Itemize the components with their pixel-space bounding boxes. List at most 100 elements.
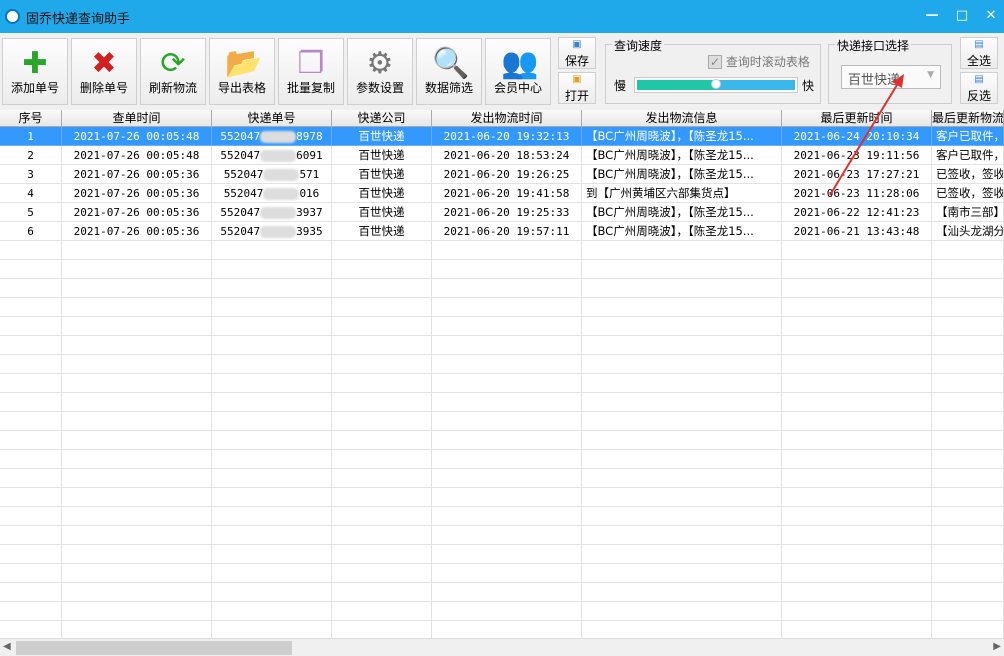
cell-tn: [212, 564, 332, 583]
toolbar-button-2[interactable]: ✖删除单号: [71, 38, 137, 105]
scroll-table-label: 查询时滚动表格: [726, 55, 810, 69]
column-header[interactable]: 快递公司: [332, 110, 432, 127]
refresh-icon: ⟳: [156, 47, 190, 81]
scrollbar-thumb[interactable]: [16, 641, 292, 655]
empty-row: [0, 317, 1004, 336]
cell-query-time: [62, 336, 212, 355]
cell-company: [332, 450, 432, 469]
empty-row: [0, 469, 1004, 488]
cell-query-time: [62, 545, 212, 564]
cell-query-time: [62, 488, 212, 507]
toolbar-button-1[interactable]: ✚添加单号: [2, 38, 68, 105]
export-folder-icon: 📂: [225, 47, 259, 81]
cell-sent-time: [432, 621, 582, 638]
cell-query-time: [62, 450, 212, 469]
redacted-blur: [263, 169, 299, 181]
cell-sent-info: [582, 355, 782, 374]
cell-sent-time: 2021-06-20 19:41:58: [432, 184, 582, 203]
toolbar-button-7[interactable]: 🔍数据筛选: [416, 38, 482, 105]
cell-query-time: 2021-07-26 00:05:36: [62, 184, 212, 203]
cell-tn: [212, 431, 332, 450]
cell-company: [332, 583, 432, 602]
cell-no: [0, 298, 62, 317]
column-header[interactable]: 发出物流时间: [432, 110, 582, 127]
save-button[interactable]: ▣保存: [558, 37, 596, 69]
cell-no: [0, 279, 62, 298]
maximize-button[interactable]: □: [954, 8, 970, 24]
minimize-button[interactable]: —: [924, 8, 940, 24]
tracking-prefix: 552047: [220, 225, 260, 238]
empty-row: [0, 507, 1004, 526]
cell-last-time: [782, 450, 932, 469]
window-title: 固乔快递查询助手: [26, 8, 130, 27]
cell-last-info: [932, 602, 1004, 621]
column-header[interactable]: 查单时间: [62, 110, 212, 127]
cell-sent-info: [582, 469, 782, 488]
cell-sent-info: [582, 336, 782, 355]
cell-no: [0, 564, 62, 583]
column-header[interactable]: 最后更新物流: [932, 110, 1004, 127]
toolbar-button-8[interactable]: 👥会员中心: [485, 38, 551, 105]
column-header[interactable]: 序号: [0, 110, 62, 127]
cell-sent-time: [432, 412, 582, 431]
cell-sent-info: [582, 298, 782, 317]
cell-last-info: [932, 336, 1004, 355]
scroll-table-checkbox[interactable]: ✓ 查询时滚动表格: [708, 53, 810, 70]
cell-tn: [212, 317, 332, 336]
cell-query-time: [62, 393, 212, 412]
toolbar-button-label: 数据筛选: [417, 79, 481, 96]
fast-label: 快: [802, 77, 814, 94]
cell-company: [332, 374, 432, 393]
cell-sent-time: [432, 260, 582, 279]
empty-row: [0, 583, 1004, 602]
column-header[interactable]: 快递单号: [212, 110, 332, 127]
cell-no: [0, 602, 62, 621]
cell-last-info: 【南市三部】: [932, 203, 1004, 222]
cell-sent-time: 2021-06-20 19:57:11: [432, 222, 582, 241]
cell-last-info: [932, 450, 1004, 469]
close-button[interactable]: ✕: [983, 8, 999, 24]
cell-company: 百世快递: [332, 127, 432, 146]
cell-no: 4: [0, 184, 62, 203]
empty-row: [0, 241, 1004, 260]
cell-last-time: [782, 412, 932, 431]
redacted-blur: [263, 188, 299, 200]
cell-tn: [212, 488, 332, 507]
cell-company: [332, 602, 432, 621]
horizontal-scrollbar[interactable]: ◀ ▶: [0, 638, 1004, 656]
toolbar-button-4[interactable]: 📂导出表格: [209, 38, 275, 105]
cell-company: 百世快递: [332, 165, 432, 184]
speed-slider[interactable]: [634, 77, 798, 93]
cell-company: [332, 469, 432, 488]
checkbox-icon: ✓: [708, 55, 722, 69]
open-button[interactable]: ▣打开: [558, 72, 596, 104]
cell-tn: [212, 298, 332, 317]
delete-icon: ✖: [87, 47, 121, 81]
redacted-blur: [260, 131, 296, 143]
scroll-left-icon[interactable]: ◀: [3, 641, 11, 652]
toolbar-button-3[interactable]: ⟳刷新物流: [140, 38, 206, 105]
cell-no: [0, 355, 62, 374]
empty-row: [0, 393, 1004, 412]
toolbar-button-5[interactable]: ❐批量复制: [278, 38, 344, 105]
table-row[interactable]: 52021-07-26 00:05:365520473937百世快递2021-0…: [0, 203, 1004, 222]
table-row[interactable]: 62021-07-26 00:05:365520473935百世快递2021-0…: [0, 222, 1004, 241]
scroll-right-icon[interactable]: ▶: [993, 641, 1001, 652]
invert-selection-button[interactable]: ▤反选: [960, 72, 998, 104]
cell-sent-time: [432, 241, 582, 260]
cell-sent-time: [432, 564, 582, 583]
tracking-suffix: 3935: [296, 225, 323, 238]
cell-tn: 552047 3935: [212, 222, 332, 241]
select-all-button[interactable]: ▤全选: [960, 37, 998, 69]
cell-sent-time: [432, 298, 582, 317]
cell-sent-info: 【BC广州周晓波】，【陈圣龙15...: [582, 165, 782, 184]
invert-label: 反选: [967, 89, 991, 103]
cell-sent-time: [432, 488, 582, 507]
annotation-arrow: [820, 70, 930, 200]
empty-row: [0, 298, 1004, 317]
slider-knob[interactable]: [711, 79, 721, 89]
cell-sent-info: [582, 241, 782, 260]
column-header[interactable]: 发出物流信息: [582, 110, 782, 127]
cell-sent-time: [432, 336, 582, 355]
toolbar-button-6[interactable]: ⚙参数设置: [347, 38, 413, 105]
